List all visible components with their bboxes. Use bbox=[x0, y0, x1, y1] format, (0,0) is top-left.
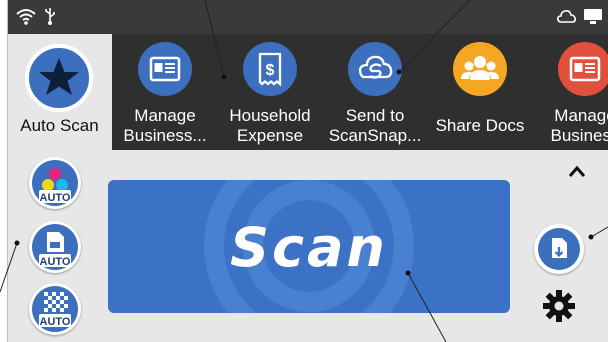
gear-icon[interactable] bbox=[540, 287, 578, 325]
tile-send-to-scansnap[interactable]: Send to ScanSnap... bbox=[327, 34, 423, 150]
tile-label: Household Expense bbox=[229, 106, 311, 145]
scanner-screen: Auto Scan Manage Business... $ Household… bbox=[7, 0, 608, 342]
screen-edge bbox=[7, 0, 8, 342]
auto-badge: AUTO bbox=[40, 256, 71, 268]
quality-icon: AUTO bbox=[32, 286, 78, 332]
quality-button[interactable]: AUTO bbox=[29, 283, 81, 335]
computer-icon bbox=[582, 6, 604, 31]
tile-label: Manage Business... bbox=[123, 106, 207, 145]
paper-size-icon: AUTO bbox=[32, 224, 78, 270]
business-card-icon bbox=[558, 42, 608, 96]
profile-tiles: Manage Business... $ Household Expense S… bbox=[112, 34, 608, 150]
status-bar bbox=[7, 0, 608, 34]
cloud-icon bbox=[555, 6, 577, 31]
receipt-icon: $ bbox=[243, 42, 297, 96]
tile-label: Share Docs bbox=[435, 116, 525, 135]
color-mode-icon: AUTO bbox=[32, 160, 78, 206]
svg-text:$: $ bbox=[266, 62, 275, 79]
people-icon bbox=[453, 42, 507, 96]
tile-label: Manage Business bbox=[550, 106, 608, 145]
document-icon bbox=[538, 228, 580, 270]
auto-scan-label: Auto Scan bbox=[20, 116, 99, 135]
tile-household-expense[interactable]: $ Household Expense bbox=[222, 34, 318, 150]
scan-label: Scan bbox=[230, 216, 388, 279]
usb-icon bbox=[43, 6, 57, 31]
tile-share-docs[interactable]: Share Docs bbox=[432, 34, 528, 150]
paper-size-button[interactable]: AUTO bbox=[29, 221, 81, 273]
tile-manage-business-2[interactable]: Manage Business bbox=[537, 34, 608, 150]
star-icon bbox=[25, 44, 93, 112]
collapse-chevron-icon[interactable] bbox=[567, 163, 587, 179]
document-output-button[interactable] bbox=[534, 224, 584, 274]
business-card-icon bbox=[138, 42, 192, 96]
auto-badge: AUTO bbox=[40, 192, 71, 204]
tile-manage-business[interactable]: Manage Business... bbox=[117, 34, 213, 150]
color-mode-button[interactable]: AUTO bbox=[29, 157, 81, 209]
tile-label: Send to ScanSnap... bbox=[328, 106, 422, 145]
wifi-icon bbox=[15, 6, 37, 31]
auto-badge: AUTO bbox=[40, 316, 71, 328]
scan-button[interactable]: Scan bbox=[108, 180, 510, 313]
cloud-sync-icon bbox=[348, 42, 402, 96]
auto-scan-profile[interactable]: Auto Scan bbox=[7, 34, 112, 150]
